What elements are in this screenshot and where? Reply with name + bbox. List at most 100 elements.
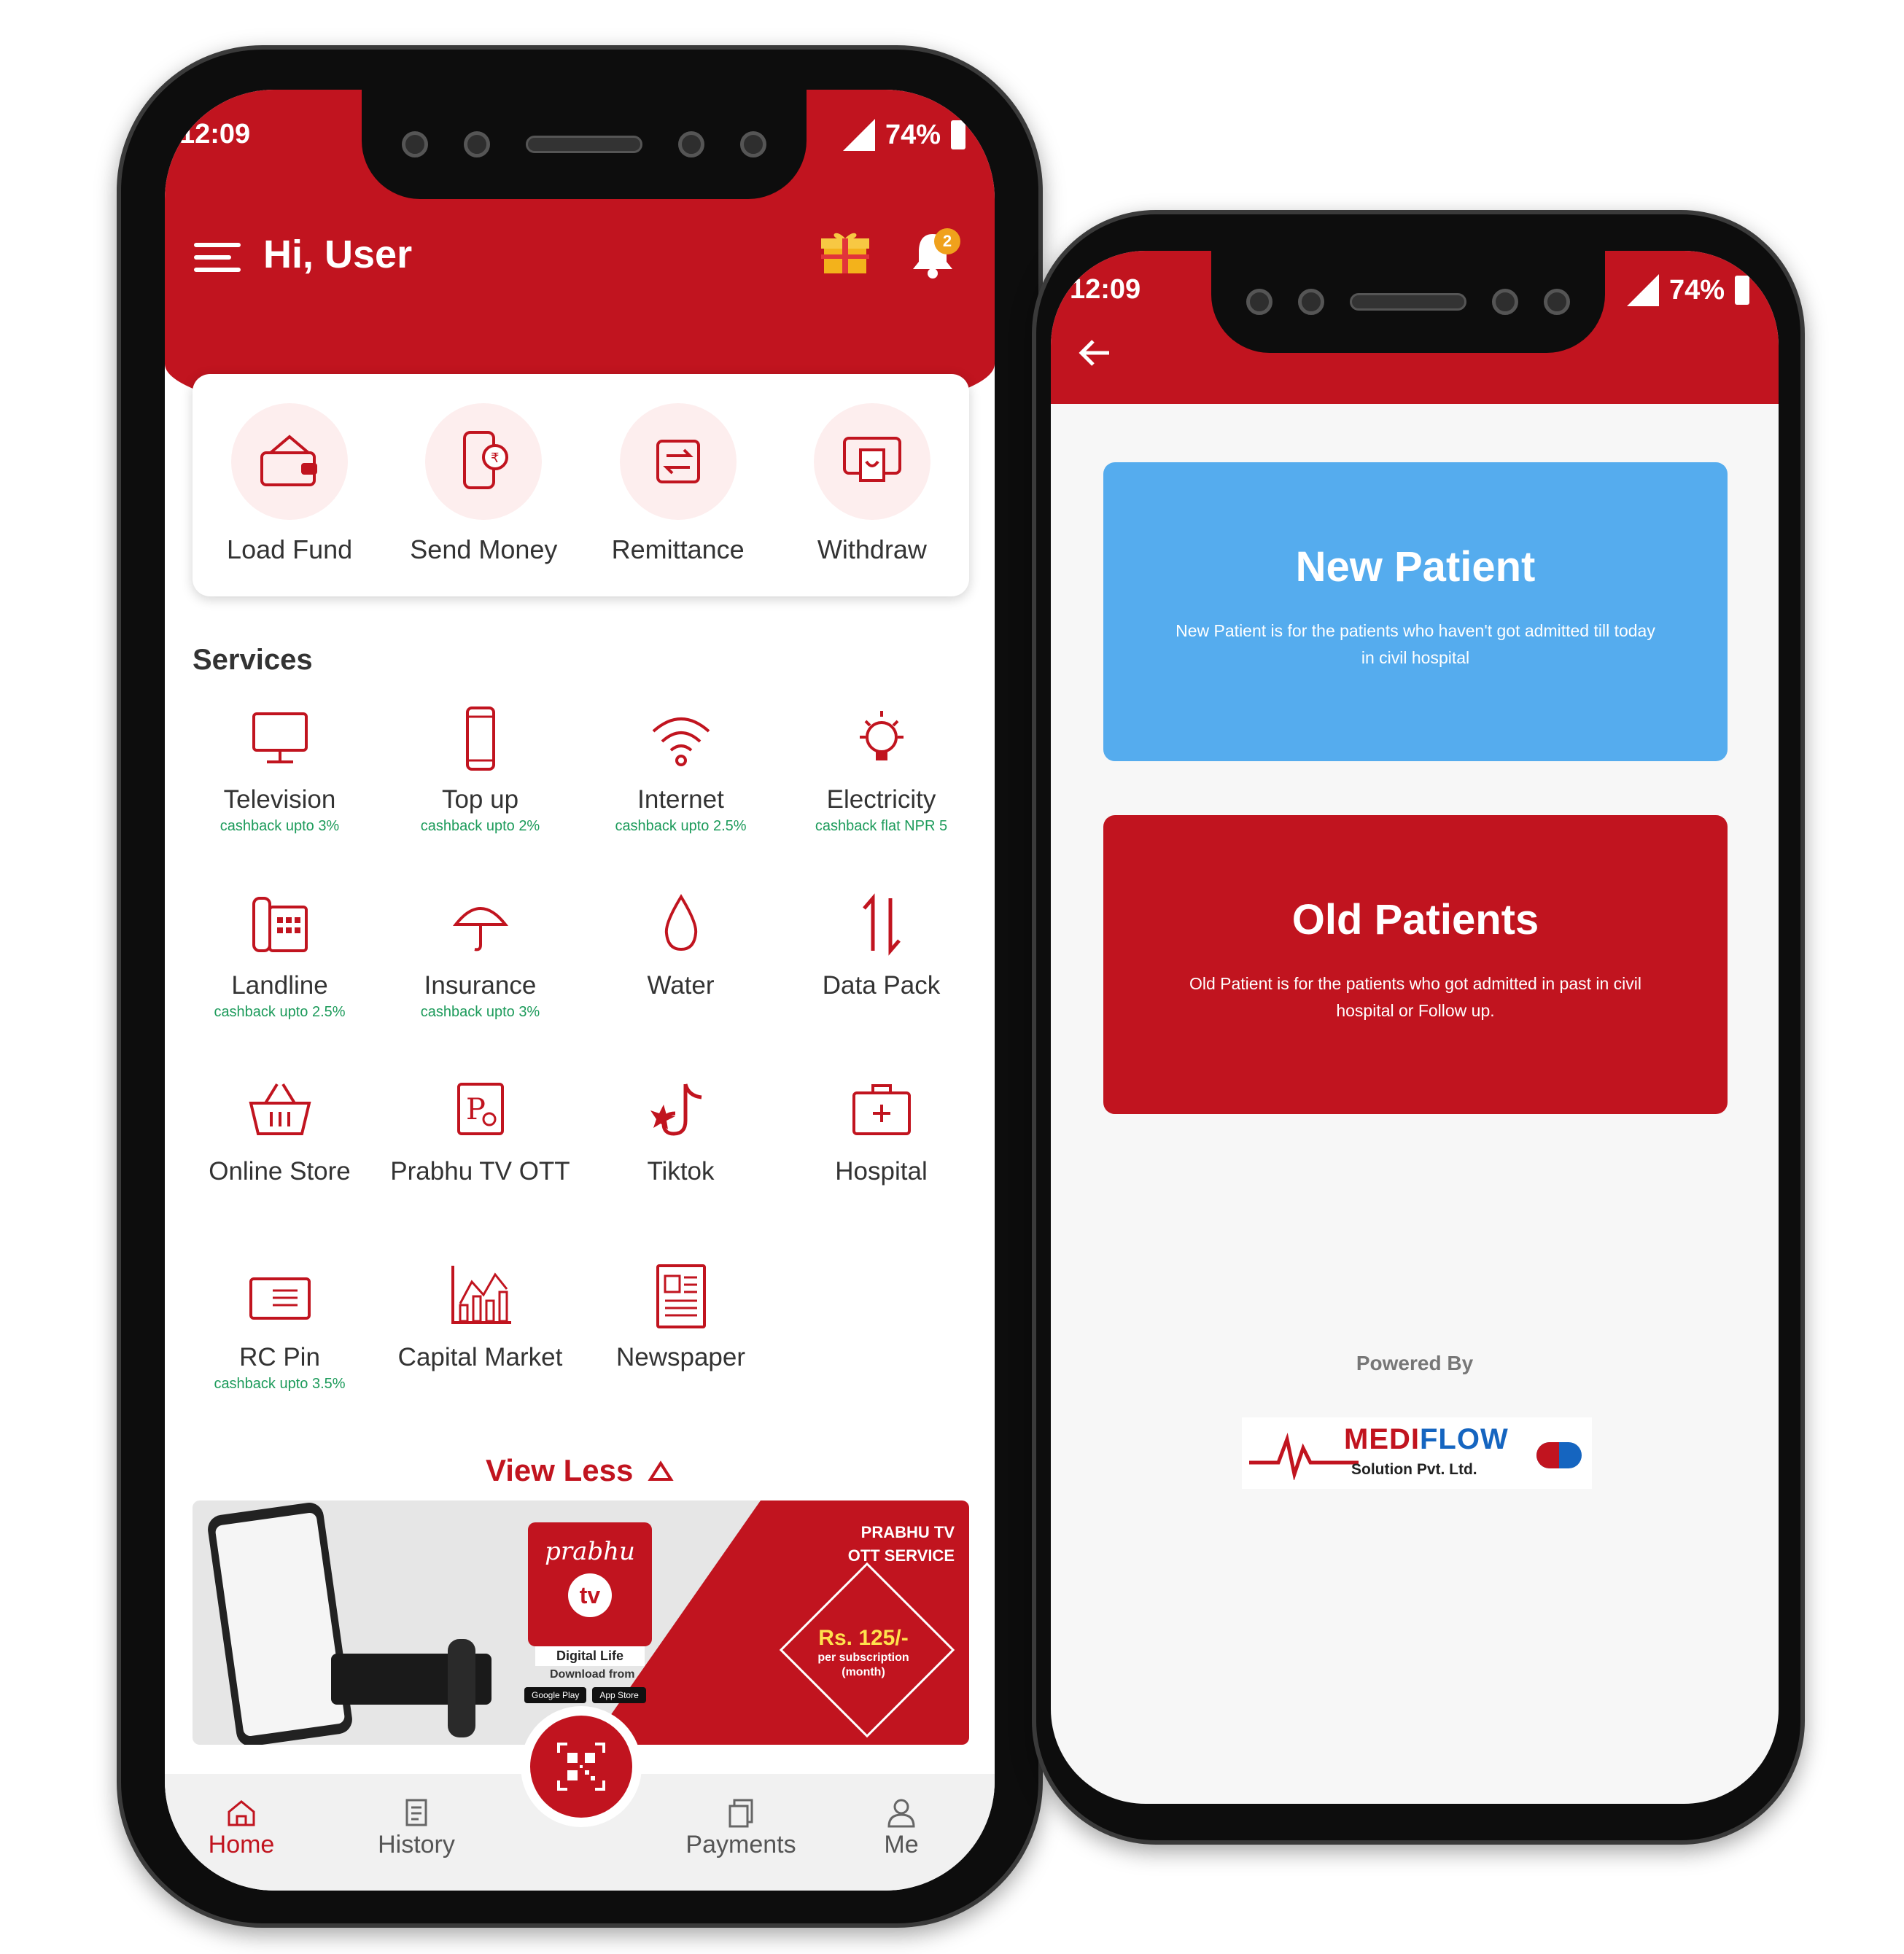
remittance-button[interactable]: Remittance (591, 403, 766, 596)
new-patient-title: New Patient (1295, 543, 1536, 591)
quick-actions-card: Load Fund ₹ Send Money Remittance Withdr… (193, 374, 969, 596)
basket-icon (248, 1083, 311, 1135)
cashback-text: cashback upto 2% (420, 818, 540, 834)
data-arrows-icon (862, 893, 901, 956)
quick-label: Withdraw (817, 534, 927, 564)
history-icon (405, 1799, 427, 1826)
telephone-icon (252, 897, 308, 952)
mediflow-subtitle: Solution Pvt. Ltd. (1351, 1461, 1477, 1478)
send-money-button[interactable]: ₹ Send Money (396, 403, 571, 596)
service-electricity[interactable]: Electricity cashback flat NPR 5 (781, 702, 982, 866)
qr-scan-button[interactable] (530, 1716, 632, 1818)
service-label: Prabhu TV OTT (390, 1157, 570, 1186)
svg-text:P: P (466, 1093, 486, 1126)
service-data-pack[interactable]: Data Pack (781, 888, 982, 1052)
heartbeat-icon (1249, 1433, 1359, 1480)
nav-payments[interactable]: Payments (675, 1796, 807, 1859)
hospital-app-screen: 12:09 74% New Patient New Patient is for… (1051, 251, 1779, 1804)
service-tiktok[interactable]: Tiktok (580, 1074, 781, 1238)
bulb-icon (859, 711, 904, 760)
services-heading: Services (193, 644, 313, 676)
banner-download-text: Download from (550, 1668, 635, 1681)
nav-history[interactable]: History (351, 1796, 482, 1859)
nav-home[interactable]: Home (176, 1796, 307, 1859)
quick-icon-container (619, 403, 737, 520)
mediflow-logo: MEDIFLOW Solution Pvt. Ltd. (1242, 1417, 1592, 1489)
app-store-badge: App Store (592, 1687, 646, 1703)
view-less-label: View Less (485, 1453, 634, 1487)
bar-chart-icon (451, 1266, 511, 1324)
exchange-icon (656, 440, 700, 483)
old-patients-description: Old Patient is for the patients who got … (1189, 974, 1642, 1020)
service-prabhu-tv-ott[interactable]: P Prabhu TV OTT (380, 1074, 580, 1238)
powered-by-text: Powered By (1356, 1352, 1474, 1374)
speaker-grille (1349, 293, 1466, 311)
service-capital-market[interactable]: Capital Market (380, 1260, 580, 1424)
right-phone-frame: 12:09 74% New Patient New Patient is for… (1032, 210, 1805, 1845)
battery-percent: 74% (1668, 274, 1725, 305)
nav-me[interactable]: Me (836, 1796, 967, 1859)
service-hospital[interactable]: Hospital (781, 1074, 982, 1238)
television-icon (252, 712, 308, 763)
wallet-app-screen: 12:09 74% Hi, User 2 Load Fund ₹ Send Mo… (165, 90, 995, 1891)
withdraw-button[interactable]: Withdraw (785, 403, 960, 596)
quick-label: Load Fund (227, 534, 353, 564)
new-patient-card[interactable]: New Patient New Patient is for the patie… (1103, 462, 1728, 761)
water-drop-icon (664, 894, 697, 951)
service-landline[interactable]: Landline cashback upto 2.5% (179, 888, 380, 1052)
cashback-text: cashback upto 3% (420, 1004, 540, 1020)
newspaper-icon (656, 1264, 706, 1328)
mediflow-wordmark: MEDIFLOW (1344, 1423, 1509, 1455)
service-internet[interactable]: Internet cashback upto 2.5% (580, 702, 781, 866)
service-television[interactable]: Television cashback upto 3% (179, 702, 380, 866)
signal-icon (842, 119, 875, 151)
service-label: Data Pack (822, 971, 941, 1000)
old-patients-card[interactable]: Old Patients Old Patient is for the pati… (1103, 815, 1728, 1114)
signal-icon (1626, 274, 1659, 306)
service-newspaper[interactable]: Newspaper (580, 1260, 781, 1424)
status-time: 12:09 (1070, 274, 1141, 305)
payments-icon (728, 1799, 753, 1828)
camera-lens (401, 131, 428, 157)
cashback-text: cashback upto 3% (219, 818, 340, 834)
gift-icon[interactable] (821, 228, 869, 275)
service-label: Water (647, 971, 715, 1000)
cashback-text: cashback upto 2.5% (214, 1004, 346, 1020)
load-fund-button[interactable]: Load Fund (202, 403, 377, 596)
banner-tagline: Digital Life (535, 1646, 645, 1666)
medical-kit-icon (852, 1084, 911, 1135)
triangle-up-icon (648, 1460, 674, 1481)
service-label: Capital Market (397, 1343, 563, 1371)
svg-text:₹: ₹ (491, 451, 499, 466)
tiktok-icon (650, 1083, 702, 1136)
service-label: Hospital (835, 1157, 928, 1186)
battery-icon (951, 120, 965, 149)
speaker-grille (525, 136, 642, 153)
left-phone-frame: 12:09 74% Hi, User 2 Load Fund ₹ Send Mo… (117, 45, 1043, 1928)
service-label: Online Store (209, 1157, 351, 1186)
sensor (1297, 289, 1324, 315)
old-patients-title: Old Patients (1291, 896, 1539, 943)
back-arrow-icon[interactable] (1073, 331, 1116, 375)
service-online-store[interactable]: Online Store (179, 1074, 380, 1238)
menu-icon[interactable] (194, 243, 241, 272)
service-water[interactable]: Water (580, 888, 781, 1052)
banner-service-title: PRABHU TV OTT SERVICE (847, 1523, 955, 1565)
nav-label: Payments (685, 1831, 796, 1858)
phone-money-icon: ₹ (463, 431, 509, 489)
quick-icon-container (231, 403, 349, 520)
view-less-toggle[interactable]: View Less (165, 1453, 995, 1488)
banner-price: Rs. 125/- per subscription (month) (817, 1626, 909, 1678)
greeting-text: Hi, User (263, 233, 413, 276)
atm-icon (842, 437, 901, 482)
service-rc-pin[interactable]: RC Pin cashback upto 3.5% (179, 1260, 380, 1424)
service-insurance[interactable]: Insurance cashback upto 3% (380, 888, 580, 1052)
sensor (678, 131, 705, 157)
quick-icon-container: ₹ (425, 403, 543, 520)
service-label: Television (223, 785, 336, 814)
service-label: Internet (637, 785, 724, 814)
status-time: 12:09 (179, 119, 251, 149)
qr-code-icon (557, 1743, 605, 1791)
service-top-up[interactable]: Top up cashback upto 2% (380, 702, 580, 866)
notification-badge: 2 (934, 228, 960, 254)
